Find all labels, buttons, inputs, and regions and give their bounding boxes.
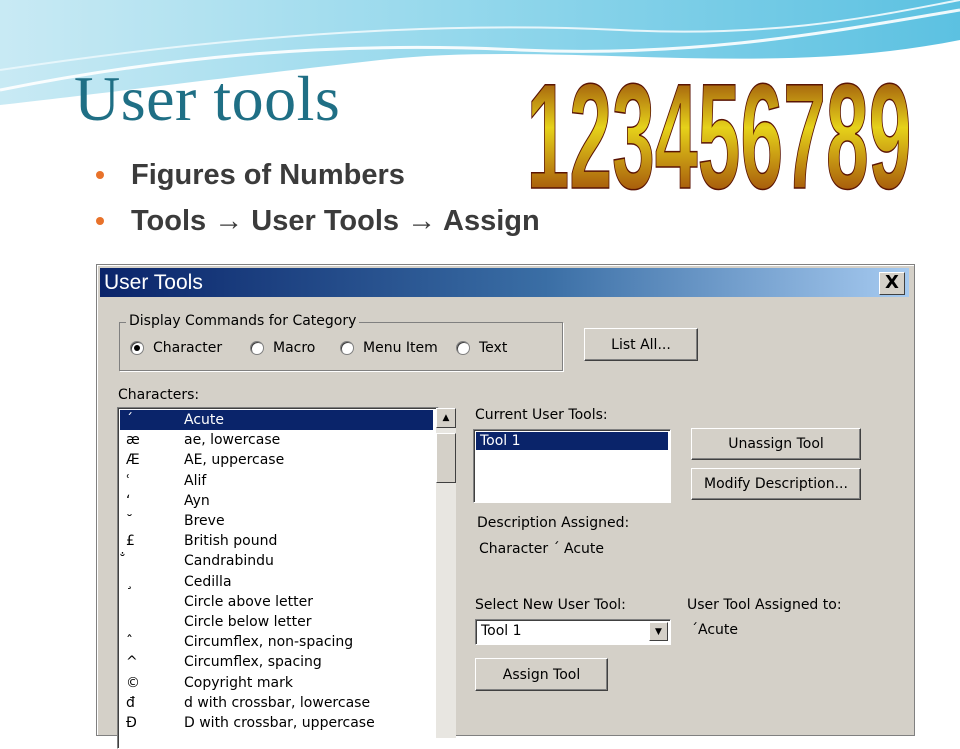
current-tools-list[interactable]: Tool 1 <box>473 429 671 503</box>
character-symbol: ^ <box>126 654 138 671</box>
character-symbol: Đ <box>126 715 137 731</box>
dialog-titlebar[interactable]: User Tools X <box>100 268 909 297</box>
assigned-to-value: ´Acute <box>691 622 739 638</box>
radio-icon <box>250 341 264 355</box>
character-row[interactable]: £ British pound <box>120 531 433 551</box>
slide-title: User tools <box>74 63 341 134</box>
select-new-tool-label: Select New User Tool: <box>475 597 626 613</box>
character-row[interactable]: ¸ Cedilla <box>120 572 433 592</box>
close-button[interactable]: X <box>879 272 905 295</box>
wordart-numbers: 123456789 <box>526 51 913 221</box>
character-row[interactable]: đ d with crossbar, lowercase <box>120 693 433 713</box>
characters-label: Characters: <box>118 387 200 403</box>
character-symbol: đ <box>126 694 135 711</box>
character-symbol: ´ <box>126 412 133 428</box>
character-row[interactable]: ˘ Breve <box>120 511 433 531</box>
dropdown-arrow-button[interactable]: ▼ <box>649 622 668 641</box>
character-name: Circumflex, spacing <box>184 654 322 671</box>
character-row[interactable]: æ ae, lowercase <box>120 430 433 450</box>
category-groupbox: Display Commands for Category Character … <box>119 313 563 371</box>
character-name: Circle below letter <box>184 614 312 630</box>
current-tool-item[interactable]: Tool 1 <box>476 432 668 450</box>
select-new-tool-combo[interactable]: Tool 1 ▼ <box>475 619 671 645</box>
bullet-dot-icon <box>96 171 104 179</box>
radio-label: Character <box>153 340 223 356</box>
category-legend: Display Commands for Category <box>126 313 360 329</box>
character-name: Cedilla <box>184 573 232 590</box>
character-name: D with crossbar, uppercase <box>184 715 375 731</box>
character-row[interactable]: Æ AE, uppercase <box>120 450 433 470</box>
character-row[interactable]: ʻ Ayn <box>120 491 433 511</box>
character-name: AE, uppercase <box>184 452 285 469</box>
close-icon: X <box>885 272 899 293</box>
assign-tool-button[interactable]: Assign Tool <box>475 658 608 691</box>
character-symbol: ʿ <box>126 472 131 489</box>
bullet-item: Tools → User Tools → Assign <box>96 198 540 244</box>
character-name: Ayn <box>184 492 210 509</box>
character-name: British pound <box>184 533 278 550</box>
character-name: Circle above letter <box>184 593 313 610</box>
character-symbol: ˘ <box>126 513 133 529</box>
character-symbol: Æ <box>126 452 140 469</box>
character-name: Acute <box>184 412 225 428</box>
bullet-list: Figures of Numbers Tools → User Tools → … <box>96 152 540 244</box>
character-symbol: ˆ <box>126 634 133 651</box>
character-row[interactable]: ˆ Circumflex, non-spacing <box>120 632 433 652</box>
radio-text[interactable]: Text <box>456 340 507 356</box>
character-row[interactable]: ̐ Candrabindu <box>120 551 433 571</box>
bullet-text: Tools → User Tools → Assign <box>131 204 540 237</box>
radio-icon <box>456 341 470 355</box>
character-row[interactable]: ʿ Alif <box>120 471 433 491</box>
bullet-item: Figures of Numbers <box>96 152 540 198</box>
select-new-tool-value: Tool 1 <box>481 623 522 639</box>
radio-selected-icon <box>130 341 144 355</box>
character-symbol: © <box>126 674 140 691</box>
radio-label: Text <box>479 340 508 356</box>
character-symbol: £ <box>126 533 135 550</box>
current-tools-label: Current User Tools: <box>475 407 608 423</box>
radio-label: Macro <box>273 340 316 356</box>
character-row[interactable]: ^ Circumflex, spacing <box>120 652 433 672</box>
character-symbol: æ <box>126 432 140 449</box>
unassign-tool-button[interactable]: Unassign Tool <box>691 428 861 460</box>
bullet-text: Figures of Numbers <box>131 158 405 191</box>
wordart-text: 123456789 <box>527 52 912 220</box>
radio-icon <box>340 341 354 355</box>
character-symbol: ʻ <box>126 492 131 509</box>
description-assigned-label: Description Assigned: <box>477 515 630 531</box>
dialog-title: User Tools <box>104 271 203 294</box>
character-symbol: ̐ <box>126 551 166 571</box>
radio-character[interactable]: Character <box>130 340 222 356</box>
radio-label: Menu Item <box>363 340 438 356</box>
character-row[interactable]: Đ D with crossbar, uppercase <box>120 713 433 733</box>
characters-scrollbar[interactable]: ▲ <box>436 408 456 738</box>
radio-macro[interactable]: Macro <box>250 340 315 356</box>
character-name: Copyright mark <box>184 674 293 691</box>
chevron-down-icon: ▼ <box>655 626 662 637</box>
modify-description-button[interactable]: Modify Description... <box>691 468 861 500</box>
description-assigned-value: Character ´ Acute <box>479 541 605 557</box>
character-name: d with crossbar, lowercase <box>184 694 371 711</box>
character-symbol: ¸ <box>126 573 133 590</box>
list-all-button[interactable]: List All... <box>584 328 698 361</box>
character-name: Alif <box>184 472 207 489</box>
triangle-up-icon: ▲ <box>442 413 450 423</box>
character-row[interactable]: Circle above letter <box>120 592 433 612</box>
character-name: Circumflex, non-spacing <box>184 634 354 651</box>
character-name: Candrabindu <box>184 553 274 570</box>
bullet-dot-icon <box>96 217 104 225</box>
radio-menu-item[interactable]: Menu Item <box>340 340 438 356</box>
character-row[interactable]: © Copyright mark <box>120 673 433 693</box>
character-row[interactable]: Circle below letter <box>120 612 433 632</box>
assigned-to-label: User Tool Assigned to: <box>687 597 842 613</box>
scroll-up-button[interactable]: ▲ <box>436 408 456 428</box>
scroll-thumb[interactable] <box>436 433 456 483</box>
character-name: Breve <box>184 513 225 529</box>
user-tools-dialog: User Tools X Display Commands for Catego… <box>96 264 915 749</box>
character-name: ae, lowercase <box>184 432 281 449</box>
characters-list[interactable]: ´ Acute æ ae, lowercase Æ AE, uppercase ʿ Alif ʻ… <box>117 407 439 749</box>
character-row[interactable]: ´ Acute <box>120 410 433 430</box>
